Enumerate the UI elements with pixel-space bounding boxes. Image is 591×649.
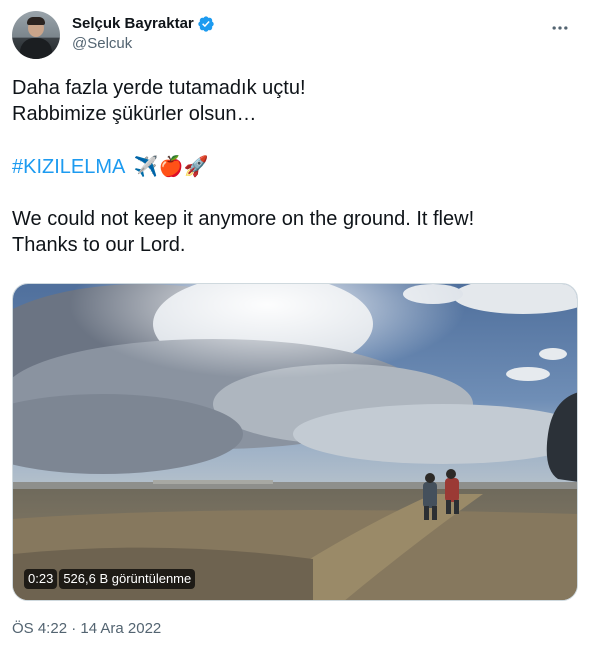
video-meta: 0:23 526,6 B görüntülenme: [24, 569, 196, 589]
video-player[interactable]: 0:23 526,6 B görüntülenme: [12, 283, 578, 601]
hashtag-link[interactable]: #KIZILELMA: [12, 156, 124, 178]
author-display-name[interactable]: Selçuk Bayraktar: [72, 14, 215, 34]
verified-badge-icon: [198, 16, 214, 32]
tweet-text: Daha fazla yerde tutamadık uçtu! Rabbimi…: [12, 75, 577, 258]
author-info: Selçuk Bayraktar @Selcuk: [72, 14, 215, 54]
video-thumbnail: [13, 284, 577, 600]
tweet-line: Rabbimize şükürler olsun…: [12, 103, 257, 125]
tweet-line: Daha fazla yerde tutamadık uçtu!: [12, 77, 306, 99]
tweet-line: Thanks to our Lord.: [12, 234, 186, 256]
author-handle[interactable]: @Selcuk: [72, 34, 215, 54]
hashtag-line: #KIZILELMA ✈️🍎🚀: [12, 153, 577, 180]
tweet-timestamp[interactable]: ÖS 4:22 · 14 Ara 2022: [12, 619, 161, 639]
video-duration: 0:23: [24, 569, 58, 589]
tweet-line: We could not keep it anymore on the grou…: [12, 208, 475, 230]
tweet-header: Selçuk Bayraktar @Selcuk: [12, 11, 579, 61]
more-options-button[interactable]: [545, 13, 575, 43]
video-views: 526,6 B görüntülenme: [59, 569, 196, 589]
display-name-text[interactable]: Selçuk Bayraktar: [72, 14, 194, 34]
avatar[interactable]: [12, 11, 60, 59]
emoji-group: ✈️🍎🚀: [133, 154, 209, 178]
more-options-icon: [552, 26, 568, 30]
